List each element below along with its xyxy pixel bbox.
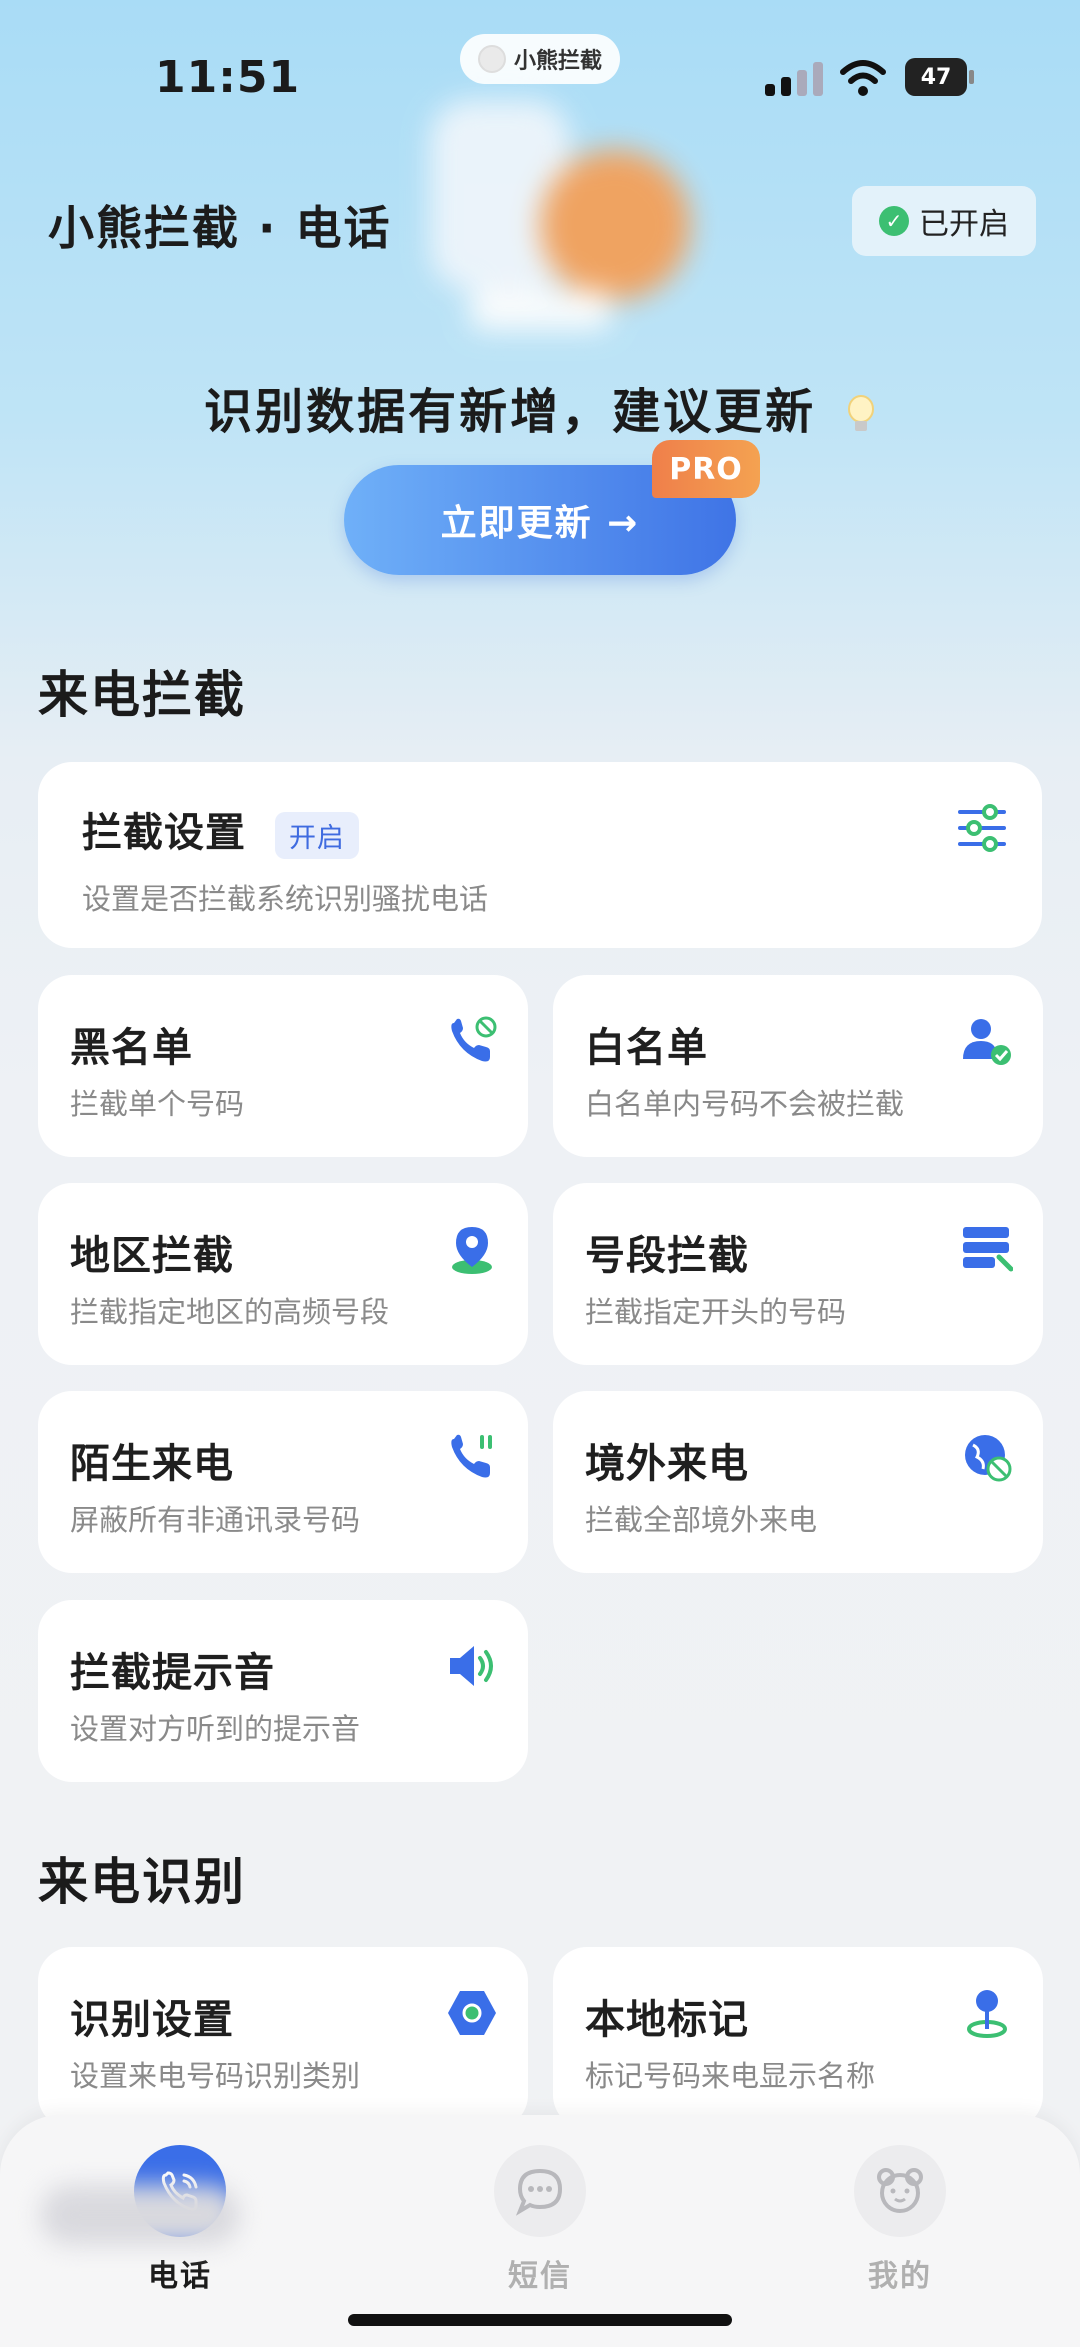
card-title: 拦截提示音: [70, 1650, 275, 1696]
update-message: 识别数据有新增，建议更新: [0, 372, 1080, 442]
intercept-settings-card[interactable]: 拦截设置 开启 设置是否拦截系统识别骚扰电话: [38, 762, 1042, 948]
pause-call-icon: [451, 1434, 492, 1478]
card-title: 地区拦截: [70, 1233, 234, 1279]
stranger-call-card[interactable]: 陌生来电 屏蔽所有非通讯录号码: [38, 1391, 528, 1573]
lightbulb-icon: [847, 395, 874, 431]
card-subtitle: 标记号码来电显示名称: [585, 2059, 876, 2093]
number-range-block-card[interactable]: 号段拦截 拦截指定开头的号码: [553, 1183, 1043, 1365]
bear-icon: [877, 2168, 923, 2213]
whitelist-card[interactable]: 白名单 白名单内号码不会被拦截: [553, 975, 1043, 1157]
region-block-card[interactable]: 地区拦截 拦截指定地区的高频号段: [38, 1183, 528, 1365]
speaker-icon: [450, 1646, 493, 1686]
card-subtitle: 设置来电号码识别类别: [70, 2059, 361, 2093]
card-title: 本地标记: [585, 1997, 749, 2043]
protection-status-badge[interactable]: ✓ 已开启: [852, 186, 1036, 256]
blurred-overlay: [40, 2185, 240, 2245]
globe-block-icon: [965, 1435, 1012, 1482]
card-subtitle: 拦截指定地区的高频号段: [70, 1295, 390, 1329]
identify-settings-card[interactable]: 识别设置 设置来电号码识别类别: [38, 1947, 528, 2129]
number-range-icon: [963, 1227, 1013, 1272]
check-circle-icon: ✓: [879, 206, 909, 236]
section-title-intercept: 来电拦截: [38, 666, 246, 724]
card-title: 黑名单: [70, 1025, 193, 1071]
tab-mine[interactable]: 我的: [800, 2145, 1000, 2295]
page-title: 小熊拦截 · 电话: [48, 201, 392, 255]
pro-badge: PRO: [652, 440, 760, 498]
tab-sms-label: 短信: [508, 2259, 572, 2294]
card-title: 陌生来电: [70, 1441, 234, 1487]
card-subtitle: 拦截单个号码: [70, 1087, 245, 1121]
tab-mine-label: 我的: [868, 2259, 932, 2294]
home-indicator[interactable]: [348, 2314, 732, 2326]
location-pin-icon: [452, 1227, 492, 1274]
user-check-icon: [963, 1019, 1011, 1065]
local-mark-card[interactable]: 本地标记 标记号码来电显示名称: [553, 1947, 1043, 2129]
mascot-illustration: [430, 60, 700, 330]
intercept-state-badge: 开启: [274, 811, 359, 859]
update-message-text: 识别数据有新增，建议更新: [204, 384, 817, 440]
overseas-call-card[interactable]: 境外来电 拦截全部境外来电: [553, 1391, 1043, 1573]
intercept-settings-subtitle: 设置是否拦截系统识别骚扰电话: [82, 882, 489, 916]
protection-status-label: 已开启: [919, 207, 1009, 242]
card-subtitle: 屏蔽所有非通讯录号码: [70, 1503, 361, 1537]
map-pin-icon: [967, 1990, 1007, 2038]
tab-sms[interactable]: 短信: [440, 2145, 640, 2295]
tab-phone-label: 电话: [148, 2259, 212, 2294]
card-title: 识别设置: [70, 1997, 234, 2043]
blacklist-card[interactable]: 黑名单 拦截单个号码: [38, 975, 528, 1157]
battery-indicator: 47: [905, 58, 975, 96]
sliders-icon: [958, 804, 1006, 852]
card-subtitle: 白名单内号码不会被拦截: [585, 1087, 905, 1121]
status-time: 11:51: [155, 52, 301, 103]
card-subtitle: 设置对方听到的提示音: [70, 1712, 361, 1746]
blocked-call-icon: [451, 1016, 497, 1062]
card-subtitle: 拦截指定开头的号码: [585, 1295, 847, 1329]
card-subtitle: 拦截全部境外来电: [585, 1503, 818, 1537]
block-tone-card[interactable]: 拦截提示音 设置对方听到的提示音: [38, 1600, 528, 1782]
message-icon: [515, 2168, 563, 2216]
section-title-identify: 来电识别: [38, 1853, 246, 1911]
card-title: 境外来电: [585, 1441, 749, 1487]
cell-signal-icon: [765, 62, 823, 96]
battery-level: 47: [905, 58, 967, 96]
wifi-icon: [840, 60, 886, 96]
hexagon-icon: [448, 1991, 496, 2035]
card-title: 白名单: [585, 1025, 708, 1071]
card-title: 号段拦截: [585, 1233, 749, 1279]
intercept-settings-title: 拦截设置: [82, 810, 246, 856]
